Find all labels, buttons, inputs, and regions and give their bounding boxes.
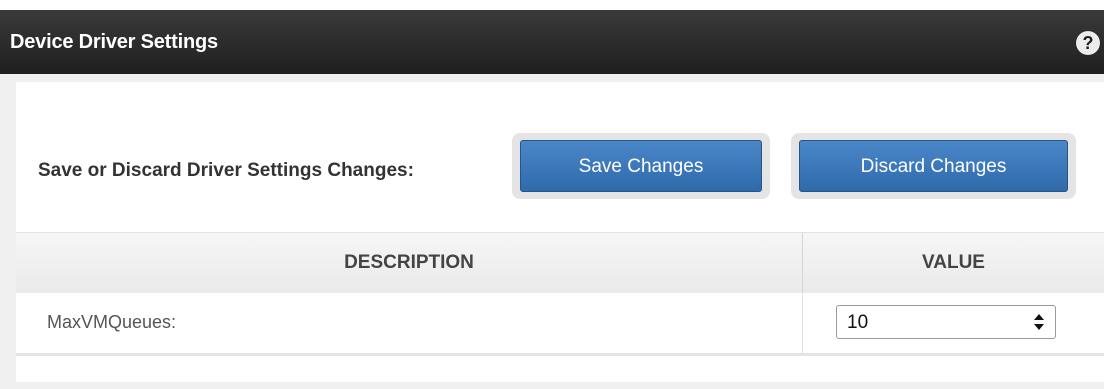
param-name-maxvmqueues: MaxVMQueues: [47, 312, 177, 332]
panel-title: Device Driver Settings [10, 31, 218, 53]
select-value: 10 [847, 312, 869, 333]
maxvmqueues-select[interactable]: 10 [836, 305, 1056, 339]
value-column-header: VALUE [922, 252, 985, 273]
settings-content: Save or Discard Driver Settings Changes:… [16, 82, 1104, 382]
discard-changes-button[interactable]: Discard Changes [799, 140, 1068, 192]
discard-button-frame: Discard Changes [791, 133, 1076, 199]
table-header: DESCRIPTION VALUE [16, 232, 1104, 294]
settings-panel: Save or Discard Driver Settings Changes:… [0, 74, 1104, 389]
save-discard-label: Save or Discard Driver Settings Changes: [38, 160, 414, 181]
table-row: MaxVMQueues: 10 [16, 293, 1104, 356]
save-changes-button[interactable]: Save Changes [520, 140, 762, 192]
panel-header: Device Driver Settings ? [0, 10, 1104, 74]
description-column-header: DESCRIPTION [344, 252, 474, 273]
help-icon[interactable]: ? [1076, 31, 1100, 55]
column-divider [802, 293, 803, 353]
save-button-frame: Save Changes [512, 133, 770, 199]
up-down-chevron-icon [1034, 314, 1044, 330]
